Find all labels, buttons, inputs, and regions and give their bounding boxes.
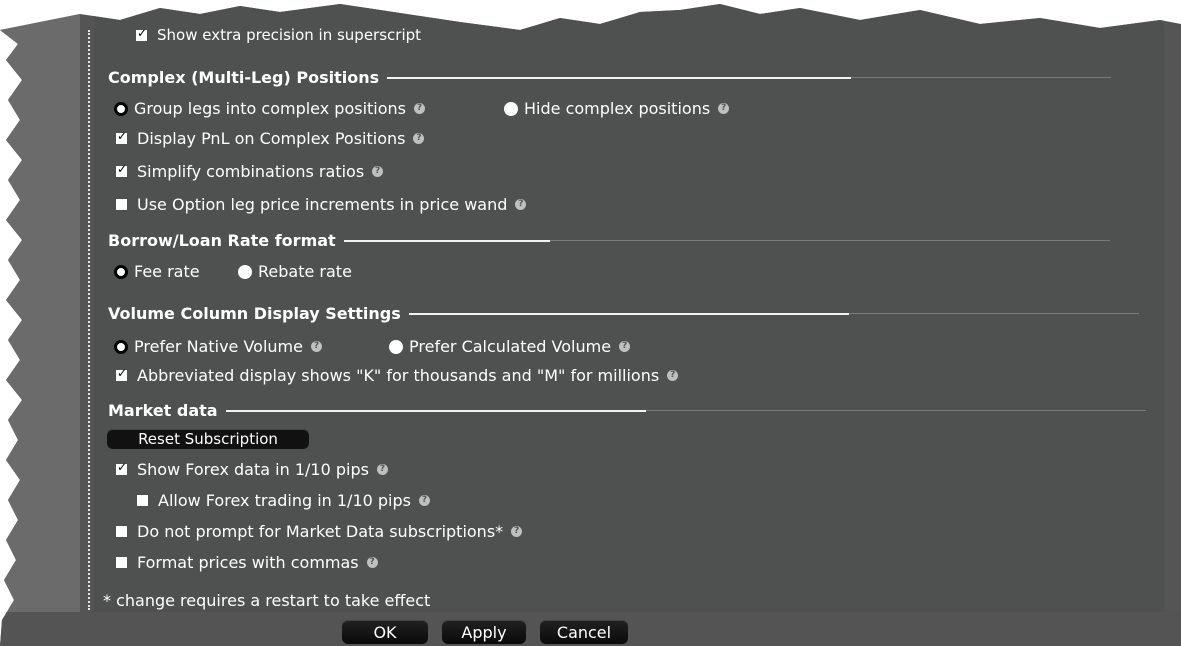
superscript-precision-option[interactable]: Show extra precision in superscript [136,26,421,44]
help-icon[interactable]: ? [366,557,378,568]
hide-complex-label: Hide complex positions [524,99,711,118]
simplify-ratios-option[interactable]: Simplify combinations ratios ? [116,162,384,181]
group-legs-label: Group legs into complex positions [134,99,406,118]
display-pnl-checkbox[interactable] [116,131,127,144]
superscript-precision-label: Show extra precision in superscript [157,26,422,44]
reset-subscription-row: Reset Subscription [107,429,309,449]
volume-display-title: Volume Column Display Settings [108,304,401,323]
rebate-rate-label: Rebate rate [258,262,352,281]
help-icon[interactable]: ? [413,133,425,144]
abbreviated-display-option[interactable]: Abbreviated display shows "K" for thousa… [116,366,679,385]
vertical-scrollbar[interactable] [1166,30,1181,610]
market-data-section-header: Market data [108,401,1146,420]
complex-positions-section-header: Complex (Multi-Leg) Positions [108,68,1112,87]
section-divider [387,76,852,79]
apply-button[interactable]: Apply [442,620,526,644]
fee-rate-label: Fee rate [134,262,200,281]
help-icon[interactable]: ? [418,495,430,506]
forex-pips-checkbox[interactable] [116,462,127,475]
allow-forex-trading-option[interactable]: Allow Forex trading in 1/10 pips ? [137,491,430,510]
native-volume-label: Prefer Native Volume [134,337,303,356]
help-icon[interactable]: ? [667,370,679,381]
fee-rate-radio[interactable] [114,264,128,279]
help-icon[interactable]: ? [619,341,631,352]
group-legs-radio-option[interactable]: Group legs into complex positions ? [114,99,425,118]
help-icon[interactable]: ? [718,103,730,114]
group-legs-radio[interactable] [114,101,128,116]
hide-complex-radio-option[interactable]: Hide complex positions ? [504,99,730,118]
reset-subscription-button[interactable]: Reset Subscription [107,429,309,449]
section-divider [343,239,550,242]
dialog-buttons: OK Apply Cancel [342,620,628,644]
section-divider-faint [645,410,1146,411]
abbreviated-display-checkbox[interactable] [116,368,127,381]
restart-note-text: * change requires a restart to take effe… [103,591,431,610]
market-data-title: Market data [108,401,218,420]
simplify-ratios-checkbox[interactable] [116,164,127,177]
format-commas-option[interactable]: Format prices with commas ? [116,553,378,572]
option-leg-increments-label: Use Option leg price increments in price… [137,195,508,214]
ok-button[interactable]: OK [342,620,428,644]
forex-pips-option[interactable]: Show Forex data in 1/10 pips ? [116,460,388,479]
format-commas-checkbox[interactable] [116,557,127,568]
volume-display-section-header: Volume Column Display Settings [108,304,1139,323]
settings-dialog: Show extra precision in superscript Comp… [0,4,1181,646]
calculated-volume-radio[interactable] [389,339,403,354]
help-icon[interactable]: ? [376,464,388,475]
native-volume-radio-option[interactable]: Prefer Native Volume ? [114,337,322,356]
help-icon[interactable]: ? [372,166,384,177]
option-leg-increments-checkbox[interactable] [116,199,127,210]
borrow-rate-section-header: Borrow/Loan Rate format [108,231,1110,250]
borrow-rate-title: Borrow/Loan Rate format [108,231,336,250]
help-icon[interactable]: ? [414,103,425,114]
superscript-precision-checkbox[interactable] [136,28,147,41]
section-divider [225,409,646,412]
calculated-volume-radio-option[interactable]: Prefer Calculated Volume ? [389,337,631,356]
format-commas-label: Format prices with commas [137,553,359,572]
hide-complex-radio[interactable] [504,101,518,116]
simplify-ratios-label: Simplify combinations ratios [137,162,365,181]
forex-pips-label: Show Forex data in 1/10 pips [137,460,369,479]
option-leg-increments-option[interactable]: Use Option leg price increments in price… [116,195,527,214]
help-icon[interactable]: ? [515,199,527,210]
allow-forex-trading-checkbox[interactable] [137,495,148,506]
help-icon[interactable]: ? [310,341,322,352]
abbreviated-display-label: Abbreviated display shows "K" for thousa… [137,366,660,385]
native-volume-radio[interactable] [114,339,128,354]
rebate-rate-radio[interactable] [238,264,252,279]
no-prompt-market-data-label: Do not prompt for Market Data subscripti… [137,522,504,541]
display-pnl-label: Display PnL on Complex Positions [137,129,406,148]
restart-note: * change requires a restart to take effe… [103,591,430,610]
rebate-rate-radio-option[interactable]: Rebate rate [238,262,352,281]
section-divider-faint [851,77,1112,78]
panel-divider [88,30,90,610]
section-divider-faint [848,313,1139,314]
fee-rate-radio-option[interactable]: Fee rate [114,262,200,281]
complex-positions-title: Complex (Multi-Leg) Positions [108,68,380,87]
no-prompt-market-data-checkbox[interactable] [116,526,127,537]
section-divider-faint [549,240,1110,241]
display-pnl-option[interactable]: Display PnL on Complex Positions ? [116,129,425,148]
allow-forex-trading-label: Allow Forex trading in 1/10 pips [158,491,411,510]
left-navigation-panel [0,4,80,612]
cancel-button[interactable]: Cancel [540,620,628,644]
no-prompt-market-data-option[interactable]: Do not prompt for Market Data subscripti… [116,522,523,541]
help-icon[interactable]: ? [511,526,523,537]
calculated-volume-label: Prefer Calculated Volume [409,337,612,356]
section-divider [408,312,849,315]
